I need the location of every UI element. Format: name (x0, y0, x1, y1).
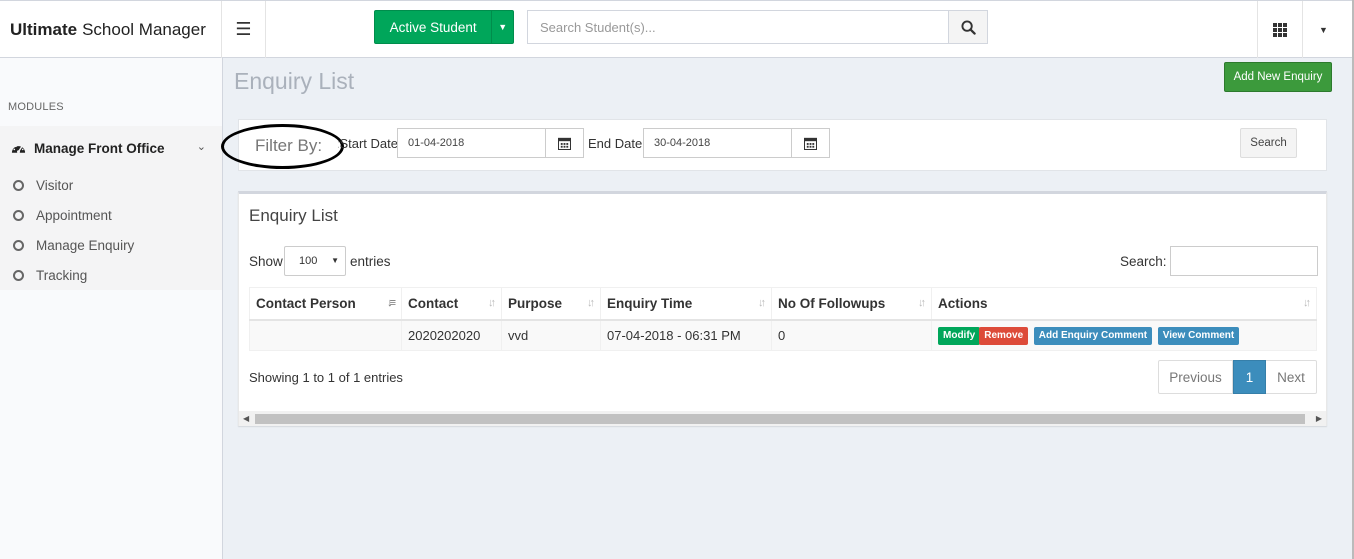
sidebar-item-manage-front-office[interactable]: Manage Front Office ⌄ (0, 126, 222, 170)
page-title: Enquiry List (234, 68, 355, 94)
end-date-input[interactable] (643, 128, 791, 158)
sort-icon: ↓↑ (1303, 297, 1311, 309)
modules-header: MODULES (8, 101, 64, 113)
start-date-input[interactable] (397, 128, 545, 158)
column-header-label: Purpose (508, 295, 563, 311)
end-date-calendar-button[interactable] (791, 128, 830, 158)
sidebar-item-visitor[interactable]: Visitor (0, 170, 222, 200)
dashboard-gauge-icon (11, 144, 26, 154)
pagination-next[interactable]: Next (1266, 360, 1317, 394)
calendar-icon (804, 137, 817, 150)
column-header-purpose[interactable]: Purpose ↓↑ (501, 287, 601, 321)
top-navbar: Ultimate School Manager ☰ Active Student… (0, 0, 1354, 58)
app-brand[interactable]: Ultimate School Manager (0, 1, 222, 58)
add-new-enquiry-button[interactable]: Add New Enquiry (1224, 62, 1332, 92)
search-button[interactable] (948, 10, 988, 44)
filter-search-button[interactable]: Search (1240, 128, 1297, 158)
sidebar-item-label: Visitor (36, 177, 74, 193)
cell-actions: Modify Remove Add Enquiry Comment View Co… (931, 319, 1317, 351)
calendar-icon (558, 137, 571, 150)
sidebar-item-label: Manage Enquiry (36, 237, 135, 253)
sidebar-parent-label: Manage Front Office (34, 140, 165, 156)
sort-icon: ↓↑ (587, 297, 595, 309)
enquiry-list-box: Enquiry List Show 100 ▼ entries Search: … (238, 191, 1327, 426)
grid-icon (1273, 22, 1287, 37)
column-header-enquiry-time[interactable]: Enquiry Time ↓↑ (600, 287, 772, 321)
sidebar-item-label: Tracking (36, 267, 88, 283)
brand-rest: School Manager (82, 19, 206, 39)
cell-purpose: vvd (501, 319, 601, 351)
start-date-label-text: Start Date: (338, 136, 398, 151)
start-date-group (397, 128, 584, 158)
column-header-contact[interactable]: Contact ↓↑ (401, 287, 502, 321)
start-date-label: Start Date: (338, 136, 398, 151)
enquiry-table: Contact Person ↓≡ Contact ↓↑ Purpose ↓↑ Enq… (249, 287, 1317, 351)
circle-icon (13, 269, 24, 281)
chevron-down-icon: ⌄ (196, 141, 206, 153)
sidebar-item-appointment[interactable]: Appointment (0, 200, 222, 230)
table-search-label: Search: (1120, 254, 1167, 269)
scrollbar-thumb[interactable] (255, 414, 1305, 424)
table-info: Showing 1 to 1 of 1 entries (249, 370, 403, 385)
cell-contact: 2020202020 (401, 319, 502, 351)
column-header-label: No Of Followups (778, 295, 886, 311)
brand-bold: Ultimate (10, 19, 78, 39)
filter-label: Filter By: (255, 136, 323, 155)
user-dropdown-caret-icon[interactable]: ▼ (1302, 1, 1344, 58)
view-comment-button[interactable]: View Comment (1157, 326, 1240, 345)
end-date-group (643, 128, 830, 158)
sidebar-item-tracking[interactable]: Tracking (0, 260, 222, 290)
hamburger-menu-icon[interactable]: ☰ (222, 1, 266, 58)
sort-asc-icon: ↓≡ (387, 297, 396, 309)
column-header-followups[interactable]: No Of Followups ↓↑ (771, 287, 932, 321)
apps-grid-button[interactable] (1257, 1, 1302, 58)
student-search-input[interactable] (527, 10, 948, 44)
show-label: Show (249, 254, 283, 269)
pagination-previous[interactable]: Previous (1158, 360, 1233, 394)
caret-down-icon[interactable]: ▼ (491, 11, 513, 43)
modify-button[interactable]: Modify (938, 326, 981, 345)
caret-down-icon: ▼ (331, 256, 339, 265)
scroll-right-arrow-icon[interactable]: ▶ (1316, 414, 1322, 423)
sort-icon: ↓↑ (488, 297, 496, 309)
active-student-label: Active Student (389, 19, 477, 35)
table-search-input[interactable] (1170, 246, 1318, 276)
end-date-label: End Date: (588, 136, 646, 151)
table-header-row: Contact Person ↓≡ Contact ↓↑ Purpose ↓↑ Enq… (249, 287, 1317, 321)
cell-contact-person (249, 319, 402, 351)
entries-value: 100 (299, 255, 318, 267)
filter-panel: Filter By: Start Date: End Date: Search (221, 119, 1327, 171)
sidebar-item-label: Appointment (36, 207, 112, 223)
entries-select[interactable]: 100 ▼ (284, 246, 346, 276)
remove-button[interactable]: Remove (979, 326, 1029, 345)
column-header-contact-person[interactable]: Contact Person ↓≡ (249, 287, 402, 321)
circle-icon (13, 179, 24, 191)
scroll-left-arrow-icon[interactable]: ◀ (243, 414, 249, 423)
column-header-label: Contact Person (256, 295, 356, 311)
pagination: Previous 1 Next (1158, 360, 1317, 394)
horizontal-scrollbar[interactable]: ◀ ▶ (239, 411, 1326, 426)
cell-enquiry-time: 07-04-2018 - 06:31 PM (600, 319, 772, 351)
circle-icon (13, 239, 24, 251)
table-row: 2020202020 vvd 07-04-2018 - 06:31 PM 0 M… (249, 319, 1317, 351)
search-icon (960, 19, 976, 35)
add-enquiry-comment-button[interactable]: Add Enquiry Comment (1033, 326, 1153, 345)
sidebar: MODULES Manage Front Office ⌄ Visitor Ap… (0, 58, 223, 559)
cell-followups: 0 (771, 319, 932, 351)
column-header-label: Contact (408, 295, 459, 311)
entries-label: entries (350, 254, 391, 269)
column-header-label: Enquiry Time (607, 295, 693, 311)
circle-icon (13, 209, 24, 221)
active-student-button[interactable]: Active Student ▼ (374, 10, 514, 44)
student-search (527, 10, 988, 44)
box-title: Enquiry List (249, 206, 338, 225)
sidebar-item-manage-enquiry[interactable]: Manage Enquiry (0, 230, 222, 260)
column-header-label: Actions (938, 295, 988, 311)
sidebar-submenu: Visitor Appointment Manage Enquiry Track… (0, 170, 222, 290)
sort-icon: ↓↑ (918, 297, 926, 309)
sort-icon: ↓↑ (758, 297, 766, 309)
pagination-page-1[interactable]: 1 (1233, 360, 1266, 394)
start-date-calendar-button[interactable] (545, 128, 584, 158)
column-header-actions[interactable]: Actions ↓↑ (931, 287, 1317, 321)
